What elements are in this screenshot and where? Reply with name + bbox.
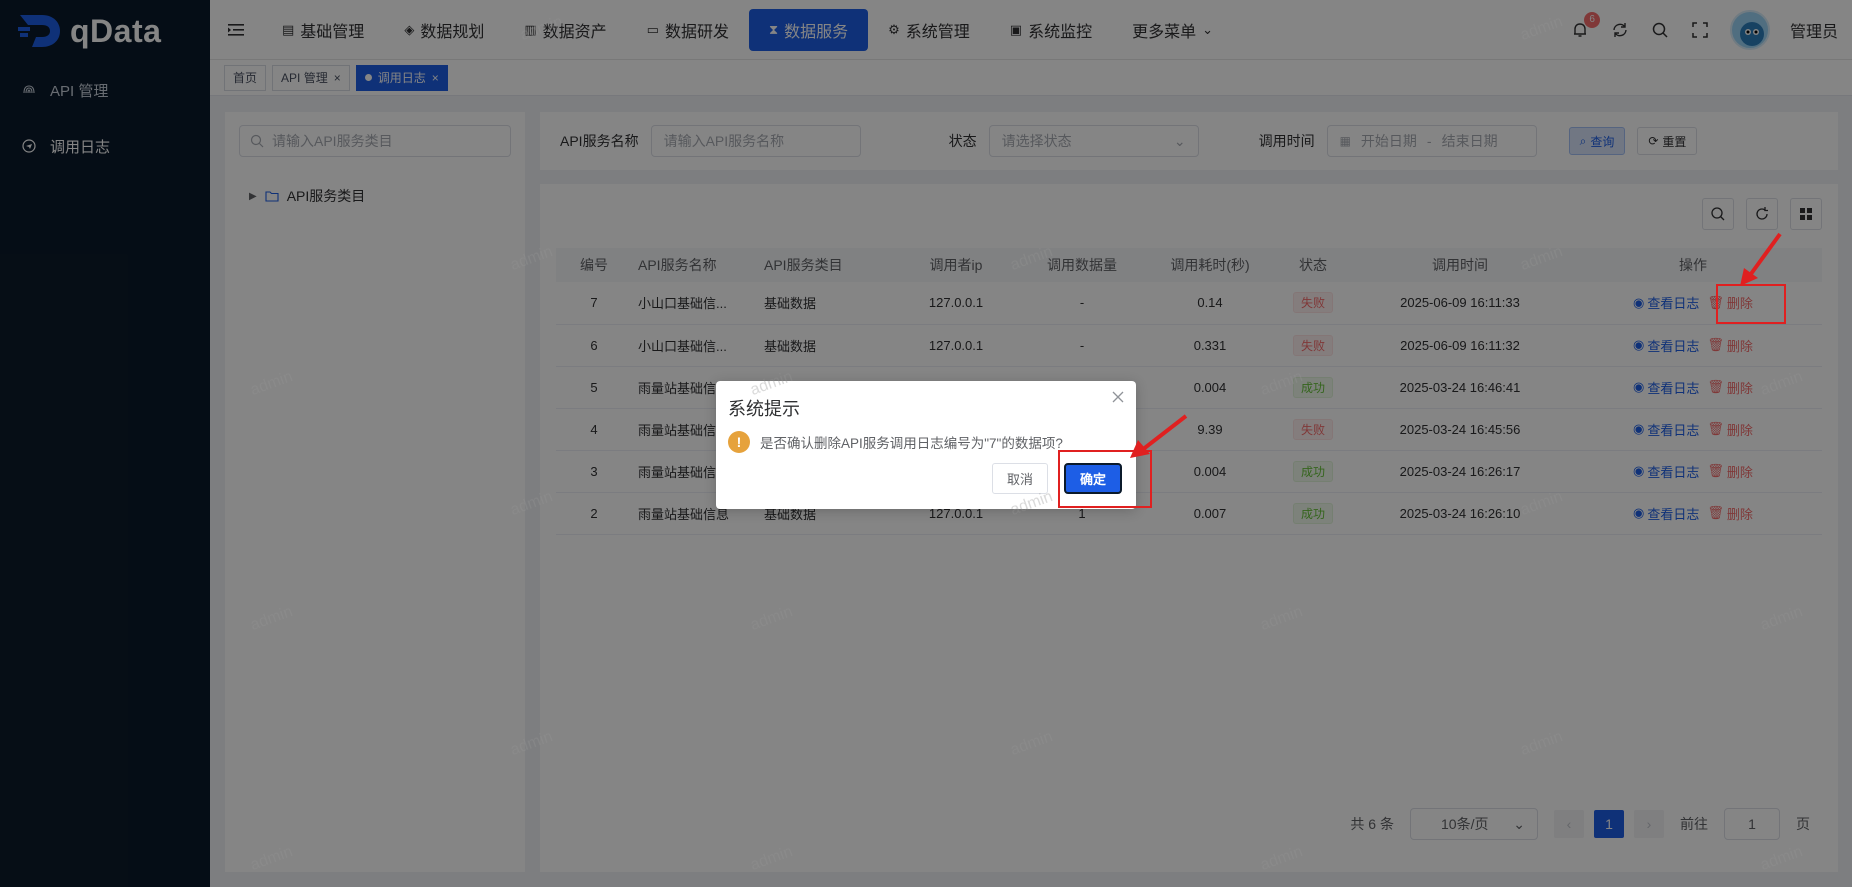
annotation-arrow-icon	[1740, 232, 1782, 286]
dialog-title: 系统提示	[728, 399, 800, 419]
close-icon[interactable]	[1110, 389, 1126, 405]
annotation-box-delete	[1716, 284, 1786, 324]
dialog-message: ! 是否确认删除API服务调用日志编号为"7"的数据项?	[728, 431, 1063, 453]
warning-icon: !	[728, 431, 750, 453]
cancel-button[interactable]: 取消	[992, 463, 1049, 494]
annotation-arrow-icon	[1130, 414, 1188, 458]
